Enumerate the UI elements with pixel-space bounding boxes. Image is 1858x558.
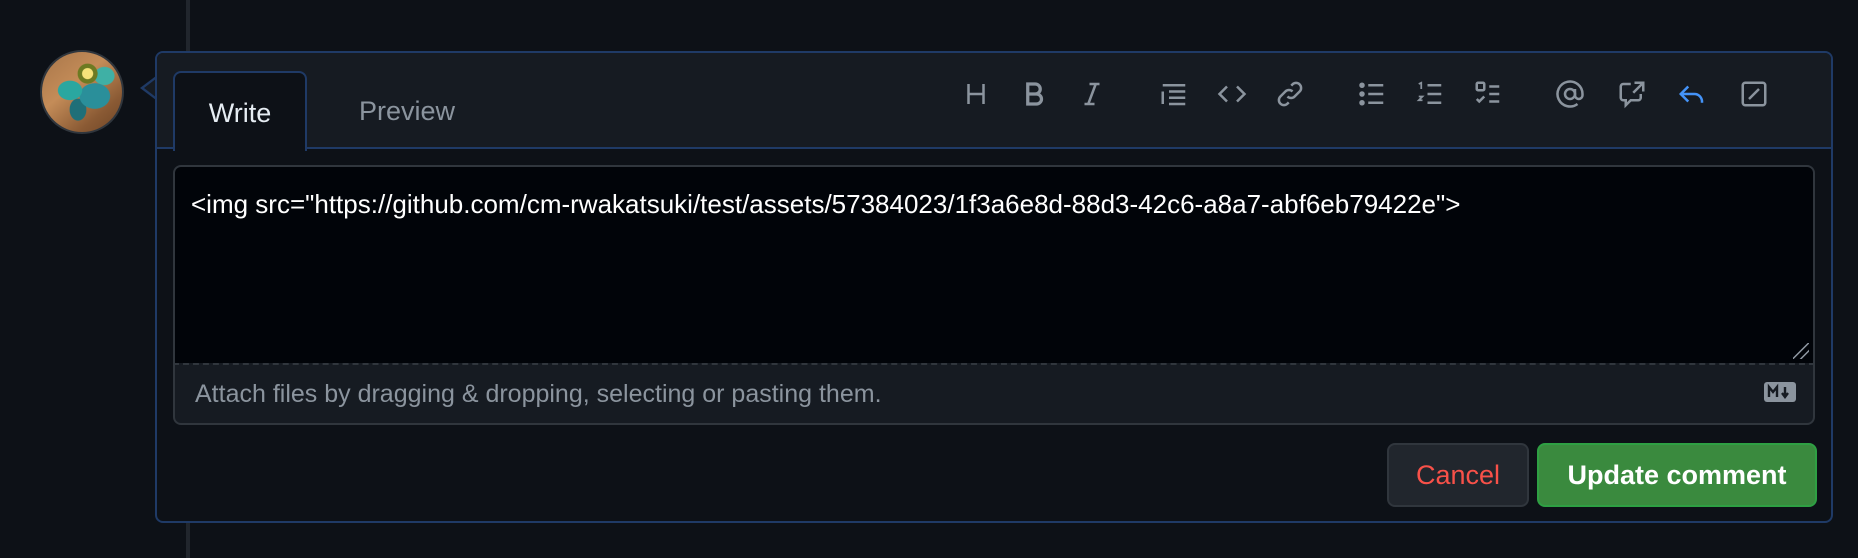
attach-hint-text: Attach files by dragging & dropping, sel… (195, 380, 882, 408)
ordered-list-icon[interactable] (1407, 71, 1453, 117)
unordered-list-icon[interactable] (1349, 71, 1395, 117)
markdown-icon[interactable] (1763, 381, 1797, 403)
cross-reference-icon[interactable] (1609, 71, 1655, 117)
mention-icon[interactable] (1547, 71, 1593, 117)
comment-edit-page: Write Preview <img src="https://github.c… (0, 0, 1858, 558)
tab-write[interactable]: Write (173, 71, 307, 151)
resize-handle[interactable] (1793, 343, 1809, 359)
code-icon[interactable] (1209, 71, 1255, 117)
task-list-icon[interactable] (1465, 71, 1511, 117)
bold-icon[interactable] (1011, 71, 1057, 117)
fullscreen-icon[interactable] (1731, 71, 1777, 117)
heading-icon[interactable] (953, 71, 999, 117)
comment-textarea[interactable]: <img src="https://github.com/cm-rwakatsu… (173, 165, 1815, 363)
attach-files-bar[interactable]: Attach files by dragging & dropping, sel… (173, 363, 1815, 425)
reply-icon[interactable] (1669, 71, 1715, 117)
editor-header: Write Preview (157, 53, 1831, 151)
italic-icon[interactable] (1069, 71, 1115, 117)
comment-editor: Write Preview <img src="https://github.c… (155, 51, 1833, 523)
update-comment-button[interactable]: Update comment (1537, 443, 1817, 507)
link-icon[interactable] (1267, 71, 1313, 117)
quote-icon[interactable] (1151, 71, 1197, 117)
comment-body-text: <img src="https://github.com/cm-rwakatsu… (191, 189, 1461, 219)
cancel-button[interactable]: Cancel (1387, 443, 1529, 507)
avatar[interactable] (40, 50, 124, 134)
tab-preview[interactable]: Preview (317, 71, 497, 151)
